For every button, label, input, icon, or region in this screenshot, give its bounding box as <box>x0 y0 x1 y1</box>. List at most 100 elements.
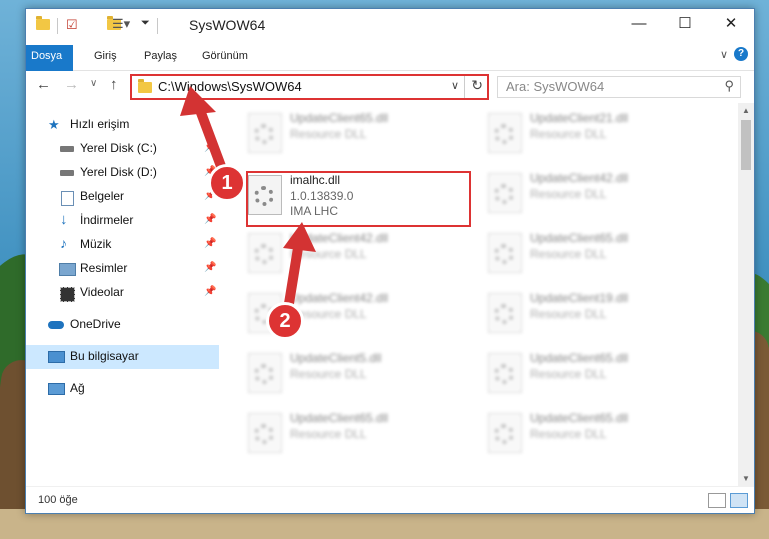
list-item[interactable]: UpdateClient65.dll Resource DLL <box>482 407 712 459</box>
pin-icon[interactable]: 📌 <box>204 262 216 273</box>
file-description: Resource DLL <box>530 307 607 321</box>
sidebar-item-label: Belgeler <box>80 189 125 203</box>
chevron-down-icon[interactable]: ∨ <box>451 79 459 92</box>
videos-icon <box>60 287 75 302</box>
refresh-icon[interactable]: ↻ <box>471 77 483 94</box>
item-count: 100 öğe <box>38 494 78 506</box>
file-name: UpdateClient65.dll <box>530 231 629 245</box>
search-icon[interactable]: ⚲ <box>724 78 734 94</box>
window-title: SysWOW64 <box>189 17 266 33</box>
pin-icon[interactable]: 📌 <box>204 142 216 153</box>
status-bar: 100 öğe <box>26 486 754 513</box>
back-arrow-icon[interactable]: ← <box>36 76 51 93</box>
downloads-icon: ↓ <box>60 211 68 228</box>
maximize-button[interactable]: ☐ <box>662 9 708 39</box>
scroll-up-icon[interactable]: ▲ <box>738 103 754 119</box>
sidebar-item-quick-access[interactable]: ★ Hızlı erişim <box>26 113 219 137</box>
pin-icon[interactable]: 📌 <box>204 238 216 249</box>
file-name: UpdateClient5.dll <box>290 351 382 365</box>
search-box[interactable]: Ara: SysWOW64 ⚲ <box>497 76 741 98</box>
sidebar-item-music[interactable]: ♪ Müzik 📌 <box>26 233 219 257</box>
file-list: UpdateClient65.dll Resource DLL UpdateCl… <box>222 103 738 483</box>
address-path[interactable]: C:\Windows\SysWOW64 <box>158 79 302 94</box>
tab-view[interactable]: Görünüm <box>192 45 258 67</box>
network-icon <box>48 383 65 395</box>
cloud-icon <box>48 321 64 329</box>
file-name: UpdateClient42.dll <box>530 171 629 185</box>
drive-icon <box>60 170 74 176</box>
address-bar[interactable]: C:\Windows\SysWOW64 ∨ ↻ <box>130 74 489 100</box>
file-name: UpdateClient19.dll <box>530 291 629 305</box>
scroll-down-icon[interactable]: ▼ <box>738 471 754 487</box>
file-description: Resource DLL <box>530 427 607 441</box>
sidebar-item-label: Yerel Disk (C:) <box>80 141 157 155</box>
file-description: Resource DLL <box>290 427 367 441</box>
sidebar-item-pictures[interactable]: Resimler 📌 <box>26 257 219 281</box>
sidebar-item-this-pc[interactable]: Bu bilgisayar <box>26 345 219 369</box>
dll-file-icon <box>488 413 522 453</box>
chevron-down-icon[interactable]: ⏷ <box>141 17 150 30</box>
list-item[interactable]: UpdateClient21.dll Resource DLL <box>482 107 712 159</box>
sidebar-item-onedrive[interactable]: OneDrive <box>26 313 219 337</box>
sidebar-item-disk-d[interactable]: Yerel Disk (D:) 📌 <box>26 161 219 185</box>
sidebar-item-downloads[interactable]: ↓ İndirmeler 📌 <box>26 209 219 233</box>
search-placeholder[interactable]: Ara: SysWOW64 <box>506 79 604 94</box>
file-name: UpdateClient65.dll <box>530 351 629 365</box>
list-item[interactable]: UpdateClient42.dll Resource DLL <box>242 227 472 279</box>
file-description: Resource DLL <box>290 247 367 261</box>
pin-icon[interactable]: 📌 <box>204 214 216 225</box>
help-icon[interactable]: ? <box>734 47 748 61</box>
file-name: UpdateClient65.dll <box>290 111 389 125</box>
file-name: UpdateClient42.dll <box>290 231 389 245</box>
properties-icon[interactable]: ☑ <box>66 17 78 33</box>
sidebar-item-label: Ağ <box>70 381 85 395</box>
list-item[interactable]: UpdateClient65.dll Resource DLL <box>242 107 472 159</box>
file-name: UpdateClient65.dll <box>530 411 629 425</box>
sidebar-item-label: İndirmeler <box>80 213 134 227</box>
list-item[interactable]: UpdateClient19.dll Resource DLL <box>482 287 712 339</box>
list-item[interactable]: UpdateClient42.dll Resource DLL <box>482 167 712 219</box>
sidebar-item-label: OneDrive <box>70 317 121 331</box>
file-name: UpdateClient21.dll <box>530 111 629 125</box>
documents-icon <box>61 191 74 206</box>
tab-home[interactable]: Giriş <box>84 45 127 67</box>
details-view-icon[interactable] <box>708 493 726 508</box>
dll-file-icon <box>248 353 282 393</box>
dll-file-icon <box>488 233 522 273</box>
forward-arrow-icon[interactable]: → <box>64 76 79 93</box>
expand-ribbon-icon[interactable]: ∨ <box>720 48 728 61</box>
tab-share[interactable]: Paylaş <box>134 45 187 67</box>
dll-file-icon <box>488 113 522 153</box>
file-description: Resource DLL <box>530 367 607 381</box>
file-description: Resource DLL <box>530 127 607 141</box>
vertical-scrollbar[interactable]: ▲ ▼ <box>738 103 754 487</box>
sidebar-item-videos[interactable]: Videolar 📌 <box>26 281 219 305</box>
sidebar-item-label: Yerel Disk (D:) <box>80 165 157 179</box>
close-button[interactable]: ✕ <box>708 9 754 39</box>
star-icon: ★ <box>48 117 60 132</box>
file-description: Resource DLL <box>290 127 367 141</box>
large-icons-view-icon[interactable] <box>730 493 748 508</box>
minimize-button[interactable]: — <box>616 9 662 39</box>
list-item[interactable]: UpdateClient65.dll Resource DLL <box>242 407 472 459</box>
customize-toolbar-icon[interactable]: ☰▾ <box>112 16 130 32</box>
recent-locations-icon[interactable]: ∨ <box>90 78 97 89</box>
list-item[interactable]: UpdateClient65.dll Resource DLL <box>482 227 712 279</box>
sidebar-item-documents[interactable]: Belgeler 📌 <box>26 185 219 209</box>
pictures-icon <box>59 263 76 276</box>
list-item[interactable]: UpdateClient5.dll Resource DLL <box>242 347 472 399</box>
dll-file-icon <box>248 413 282 453</box>
list-item[interactable]: UpdateClient65.dll Resource DLL <box>482 347 712 399</box>
sidebar-item-network[interactable]: Ağ <box>26 377 219 401</box>
file-description: Resource DLL <box>530 187 607 201</box>
file-name: UpdateClient65.dll <box>290 411 389 425</box>
file-name: UpdateClient42.dll <box>290 291 389 305</box>
dll-file-icon <box>488 293 522 333</box>
pin-icon[interactable]: 📌 <box>204 286 216 297</box>
sidebar-item-disk-c[interactable]: Yerel Disk (C:) 📌 <box>26 137 219 161</box>
computer-icon <box>48 351 65 363</box>
sidebar-item-label: Müzik <box>80 237 112 251</box>
folder-icon <box>138 79 152 93</box>
scroll-thumb[interactable] <box>741 120 751 170</box>
up-arrow-icon[interactable]: ↑ <box>110 76 118 93</box>
